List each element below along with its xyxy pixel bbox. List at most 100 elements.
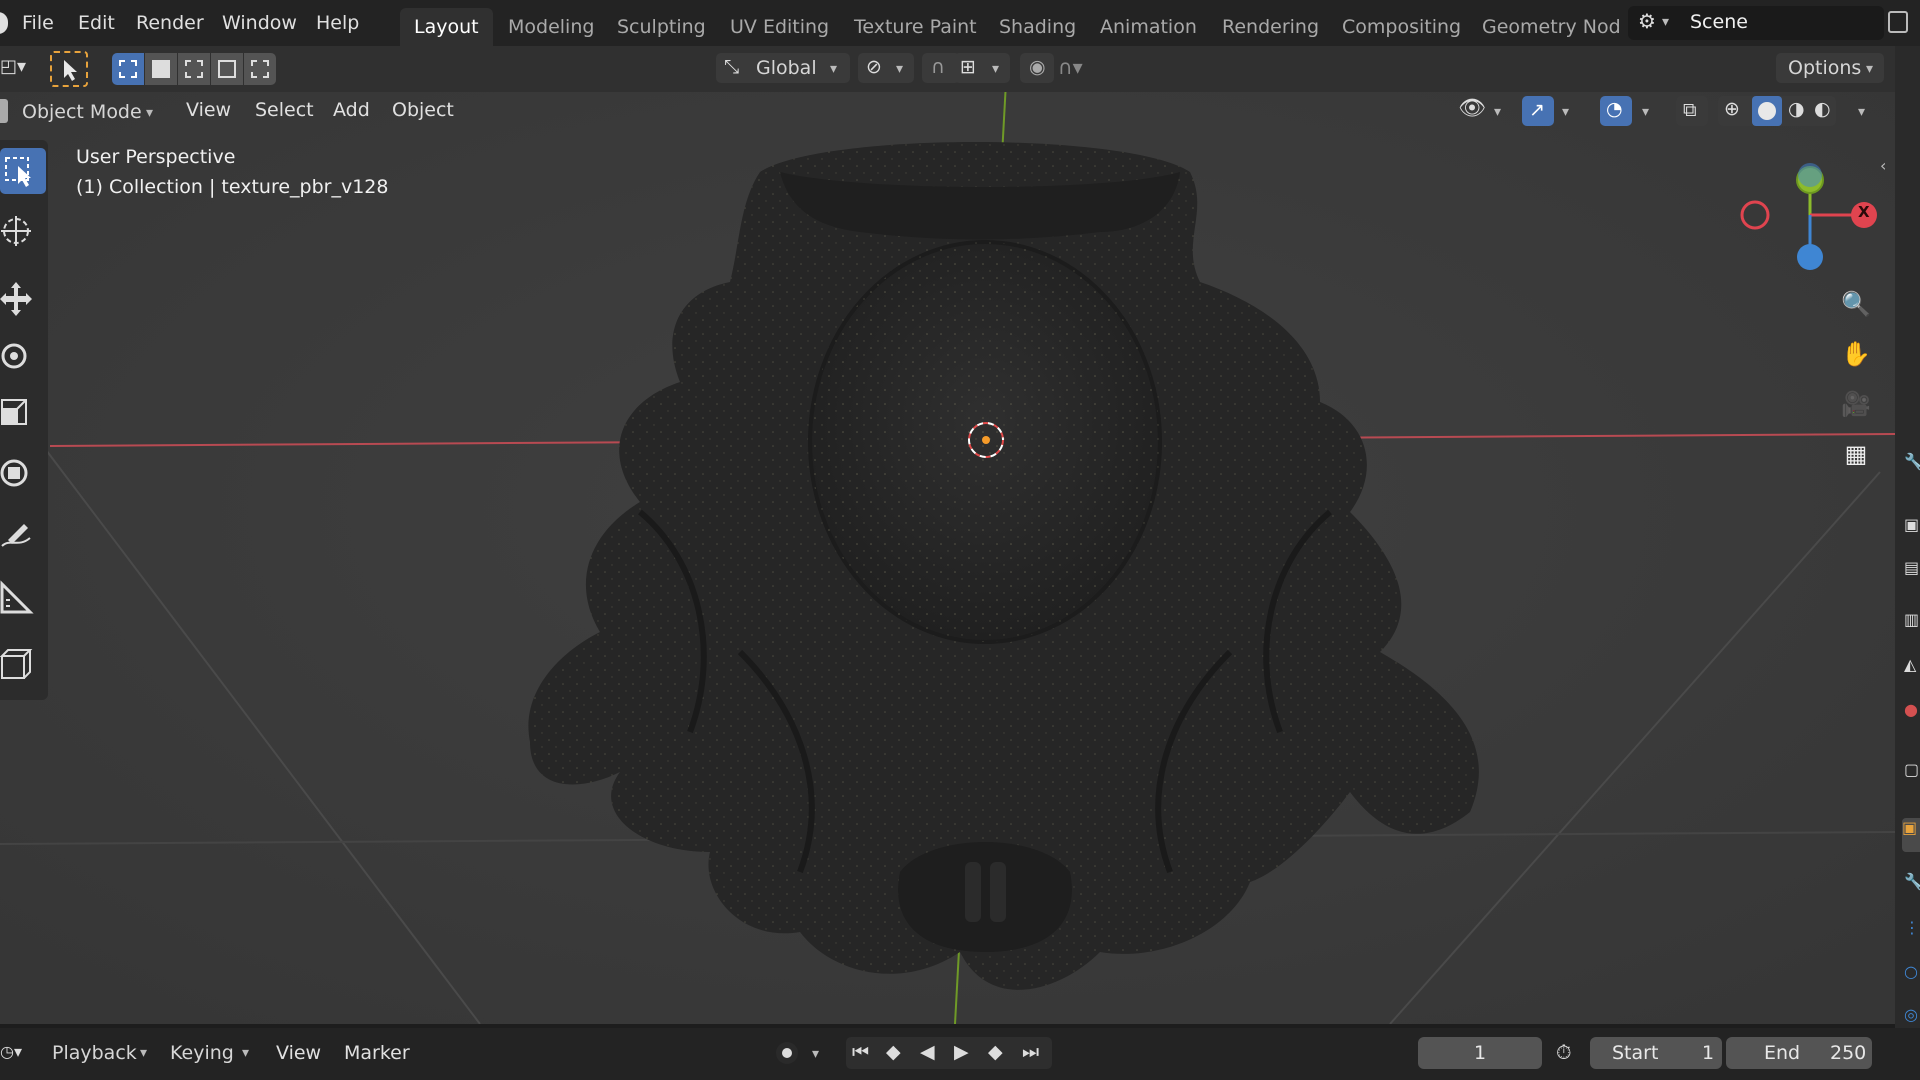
editor-type-icon[interactable]: ◰▾ xyxy=(0,56,30,82)
transform-icon[interactable] xyxy=(0,450,46,496)
proportional-editing-toggle[interactable]: ◉ xyxy=(1020,53,1054,83)
keying-label: Keying xyxy=(170,1042,234,1064)
select-difference-icon[interactable] xyxy=(211,53,243,85)
xray-icon: ⧉ xyxy=(1683,99,1697,121)
menu-help[interactable]: Help xyxy=(304,8,371,38)
tab-texture-paint[interactable]: Texture Paint xyxy=(840,8,991,46)
active-tool-icon[interactable] xyxy=(50,51,88,87)
modifier-properties-icon[interactable]: 🔧 xyxy=(1904,872,1920,896)
start-frame-field[interactable]: Start 1 xyxy=(1590,1037,1722,1069)
timeline-menu-view[interactable]: View xyxy=(266,1037,331,1069)
current-frame-field[interactable]: 1 xyxy=(1418,1037,1542,1069)
timeline-menu-marker[interactable]: Marker xyxy=(334,1037,420,1069)
solid-shading-icon[interactable] xyxy=(1752,96,1782,126)
camera-icon[interactable]: 🎥 xyxy=(1838,390,1874,426)
menu-edit[interactable]: Edit xyxy=(66,8,127,38)
zoom-icon[interactable]: 🔍 xyxy=(1838,290,1874,326)
menu-view[interactable]: View xyxy=(174,95,243,125)
scene-selector[interactable]: ⚙ ▾ Scene xyxy=(1628,6,1884,40)
wireframe-shading-icon[interactable]: ⊕ xyxy=(1724,98,1740,120)
select-new-icon[interactable] xyxy=(112,53,144,85)
prev-keyframe-icon[interactable]: ◆ xyxy=(886,1041,901,1063)
falloff-icon[interactable]: ∩▾ xyxy=(1058,55,1083,79)
tab-shading[interactable]: Shading xyxy=(985,8,1090,46)
menu-add[interactable]: Add xyxy=(321,95,382,125)
select-box-icon[interactable] xyxy=(0,148,46,194)
end-frame-value: 250 xyxy=(1830,1042,1867,1064)
rotate-icon[interactable] xyxy=(0,333,46,379)
overlay-toggle[interactable]: ◔ xyxy=(1600,96,1632,126)
stopwatch-icon[interactable]: ⏱ xyxy=(1556,1040,1572,1064)
annotate-icon[interactable] xyxy=(0,518,46,564)
measure-icon[interactable] xyxy=(0,576,46,622)
view-perspective-label: User Perspective xyxy=(76,146,236,168)
move-icon[interactable] xyxy=(0,276,46,322)
timeline-editor-type-icon[interactable]: ◷▾ xyxy=(0,1042,22,1061)
world-properties-icon[interactable]: ● xyxy=(1904,700,1920,724)
render-properties-icon[interactable]: ▣ xyxy=(1904,515,1920,539)
menu-file[interactable]: File xyxy=(10,8,66,38)
play-icon[interactable]: ▶ xyxy=(954,1041,969,1063)
menu-object[interactable]: Object xyxy=(380,95,466,125)
tab-geometry-nodes[interactable]: Geometry Nod xyxy=(1468,8,1648,46)
snap-target-dropdown[interactable]: ⊞ ▾ xyxy=(954,53,1010,83)
select-intersect-icon[interactable] xyxy=(244,53,276,85)
object-mode-dropdown[interactable]: Object Mode ▾ xyxy=(12,97,164,127)
collection-properties-icon[interactable]: ▢ xyxy=(1904,760,1920,784)
view-layer-properties-icon[interactable]: ▥ xyxy=(1904,610,1920,634)
next-keyframe-icon[interactable]: ◆ xyxy=(988,1041,1003,1063)
menu-render[interactable]: Render xyxy=(124,8,216,38)
rendered-shading-icon[interactable]: ◐ xyxy=(1814,98,1831,120)
jump-start-icon[interactable]: ⏮ xyxy=(852,1041,869,1063)
editor-type-button[interactable] xyxy=(0,99,8,123)
material-shading-icon[interactable]: ◑ xyxy=(1788,98,1805,120)
add-cube-icon[interactable] xyxy=(0,642,46,688)
tab-compositing[interactable]: Compositing xyxy=(1328,8,1475,46)
tab-sculpting[interactable]: Sculpting xyxy=(603,8,720,46)
hand-icon[interactable]: ✋ xyxy=(1838,340,1874,376)
tool-properties-icon[interactable]: 🔧 xyxy=(1904,452,1920,476)
tab-uv-editing[interactable]: UV Editing xyxy=(716,8,843,46)
grid-icon[interactable]: ▦ xyxy=(1838,440,1874,476)
scene-properties-icon[interactable]: ◭ xyxy=(1904,655,1920,679)
pivot-point-dropdown[interactable]: ⊘ ▾ xyxy=(858,53,914,83)
constraints-properties-icon[interactable]: ◎ xyxy=(1904,1005,1920,1029)
physics-properties-icon[interactable]: ○ xyxy=(1904,962,1920,986)
chevron-down-icon: ▾ xyxy=(1494,104,1502,120)
shading-mode-group[interactable]: ⊕ ◑ ◐ xyxy=(1718,96,1836,126)
transform-orientation-dropdown[interactable]: ⤡ Global ▾ xyxy=(716,53,850,83)
gizmo-icon: ↗ xyxy=(1529,99,1545,121)
sidebar-toggle-icon[interactable]: ‹ xyxy=(1880,156,1886,175)
tab-layout[interactable]: Layout xyxy=(400,8,493,46)
object-properties-icon[interactable]: ▣ xyxy=(1902,818,1920,852)
snap-increment-icon: ⊞ xyxy=(960,56,976,78)
3d-viewport[interactable] xyxy=(0,92,1895,1024)
scale-icon[interactable] xyxy=(0,392,46,438)
selection-mode-group[interactable] xyxy=(112,53,278,85)
tab-rendering[interactable]: Rendering xyxy=(1208,8,1333,46)
chevron-down-icon: ▾ xyxy=(830,61,838,77)
particles-properties-icon[interactable]: ⋮ xyxy=(1904,918,1920,942)
new-scene-icon[interactable] xyxy=(1888,11,1908,33)
proportional-icon: ◉ xyxy=(1029,56,1046,78)
play-reverse-icon[interactable]: ◀ xyxy=(920,1041,935,1063)
auto-keying-icon[interactable] xyxy=(776,1042,798,1064)
options-dropdown[interactable]: Options ▾ xyxy=(1776,53,1884,83)
keying-dropdown[interactable]: Keying ▾ xyxy=(162,1037,258,1069)
menu-window[interactable]: Window xyxy=(210,8,309,38)
cursor-icon[interactable] xyxy=(0,208,46,254)
collection-object-label: (1) Collection | texture_pbr_v128 xyxy=(76,176,389,198)
tab-modeling[interactable]: Modeling xyxy=(494,8,608,46)
jump-end-icon[interactable]: ⏭ xyxy=(1022,1041,1039,1063)
visibility-eye-icon[interactable]: 👁 xyxy=(1458,96,1486,121)
menu-select[interactable]: Select xyxy=(243,95,326,125)
end-frame-field[interactable]: End 250 xyxy=(1726,1037,1872,1069)
chevron-down-icon: ▾ xyxy=(812,1046,820,1062)
xray-toggle[interactable]: ⧉ xyxy=(1676,96,1708,126)
playback-dropdown[interactable]: Playback ▾ xyxy=(44,1037,158,1069)
tab-animation[interactable]: Animation xyxy=(1086,8,1211,46)
output-properties-icon[interactable]: ▤ xyxy=(1904,558,1920,582)
select-extend-icon[interactable] xyxy=(145,53,177,85)
select-subtract-icon[interactable] xyxy=(178,53,210,85)
gizmo-toggle[interactable]: ↗ xyxy=(1522,96,1554,126)
